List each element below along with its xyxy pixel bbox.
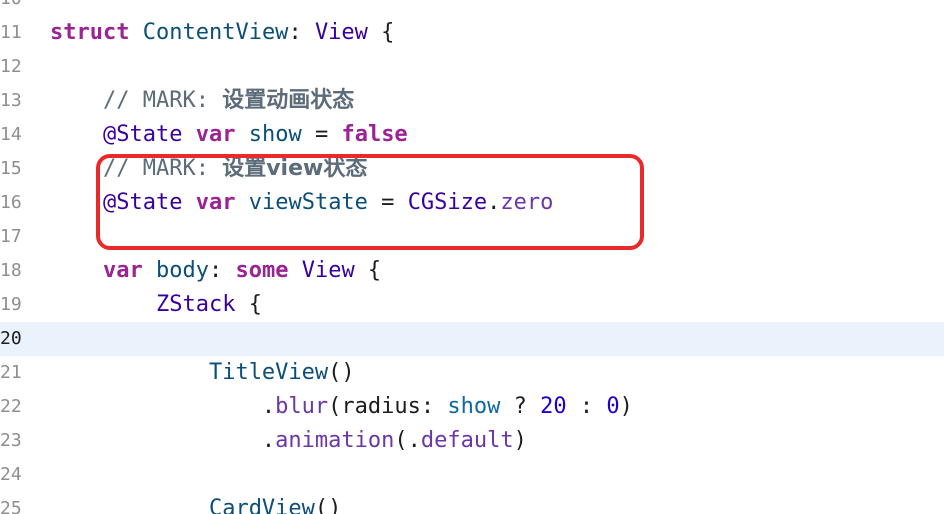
code-token: : [208, 258, 236, 283]
code-token: TitleView [208, 360, 329, 385]
code-token: { [367, 20, 395, 45]
code-line[interactable]: 14 @State var show = false [0, 118, 944, 152]
line-number: 10 [0, 0, 34, 16]
code-token: (. [394, 428, 421, 453]
code-line[interactable]: 18 var body: some View { [0, 254, 944, 288]
line-number: 24 [0, 464, 22, 485]
code-text[interactable]: .animation(.default) [50, 424, 527, 458]
code-token: { [354, 258, 382, 283]
code-text[interactable]: .blur(radius: show ? 20 : 0) [50, 390, 633, 424]
code-token: (radius: [328, 394, 448, 419]
line-number: 11 [0, 22, 22, 43]
line-number: 14 [0, 124, 22, 145]
line-number: 23 [0, 430, 22, 451]
code-token: () [314, 496, 342, 514]
code-token: = [301, 122, 342, 147]
code-text[interactable]: TitleView() [50, 356, 355, 390]
code-token: struct [50, 20, 130, 45]
code-token: ZStack [155, 292, 236, 317]
code-token: default [420, 428, 514, 453]
code-line[interactable]: 11 struct ContentView: View { [0, 16, 944, 50]
line-number: 21 [0, 362, 22, 383]
code-token: CardView [208, 496, 315, 514]
code-token: ? [500, 394, 541, 419]
code-token: show [447, 394, 501, 419]
code-line[interactable]: 10 [0, 0, 944, 16]
code-token: 20 [540, 394, 567, 419]
code-token: animation [275, 428, 395, 453]
red-highlight-box [96, 154, 644, 250]
line-number: 25 [0, 498, 22, 514]
code-text[interactable]: @State var show = false [50, 118, 408, 152]
code-token: some [235, 258, 289, 283]
code-line[interactable]: 19 ZStack { [0, 288, 944, 322]
code-token: View [314, 20, 368, 45]
line-number: 22 [0, 396, 22, 417]
line-number: 20 [0, 328, 22, 349]
line-number: 16 [0, 192, 22, 213]
code-token: 设置动画状态 [222, 88, 355, 113]
code-token: . [50, 428, 276, 453]
code-token: { [235, 292, 262, 317]
code-text[interactable]: var body: some View { [50, 254, 381, 288]
line-number: 12 [0, 56, 22, 77]
code-text[interactable]: ZStack { [50, 288, 262, 322]
code-token: ContentView [142, 20, 289, 45]
code-text[interactable]: struct ContentView: View { [50, 16, 394, 50]
code-token: ) [619, 394, 633, 419]
code-token: : [566, 394, 607, 419]
code-token: 0 [606, 394, 620, 419]
code-token: body [155, 258, 209, 283]
line-number: 13 [0, 90, 22, 111]
code-text[interactable]: CardView() [50, 492, 341, 514]
code-token: // MARK: [102, 88, 223, 113]
code-line[interactable]: 13 // MARK: 设置动画状态 [0, 84, 944, 118]
code-token: : [288, 20, 315, 45]
code-line[interactable]: 22 .blur(radius: show ? 20 : 0) [0, 390, 944, 424]
code-token: show [248, 122, 302, 147]
line-number: 18 [0, 260, 22, 281]
code-token: () [328, 360, 355, 385]
code-token: false [341, 122, 408, 147]
code-line[interactable]: 12 [0, 50, 944, 84]
code-token: ) [513, 428, 527, 453]
code-token: . [50, 394, 276, 419]
code-line[interactable]: 25 CardView() [0, 492, 944, 514]
code-token: blur [275, 394, 329, 419]
code-line[interactable]: 21 TitleView() [0, 356, 944, 390]
code-line[interactable]: 24 [0, 458, 944, 492]
line-number: 17 [0, 226, 22, 247]
code-token: var [102, 258, 143, 283]
code-line[interactable]: 23 .animation(.default) [0, 424, 944, 458]
code-editor[interactable]: 1011struct ContentView: View {1213 // MA… [0, 0, 944, 514]
code-line[interactable]: 20 [0, 322, 944, 356]
line-number: 19 [0, 294, 22, 315]
code-text[interactable]: // MARK: 设置动画状态 [50, 84, 354, 118]
code-token: @State [102, 122, 183, 147]
code-token: var [195, 122, 236, 147]
code-token: View [301, 258, 355, 283]
line-number: 15 [0, 158, 22, 179]
